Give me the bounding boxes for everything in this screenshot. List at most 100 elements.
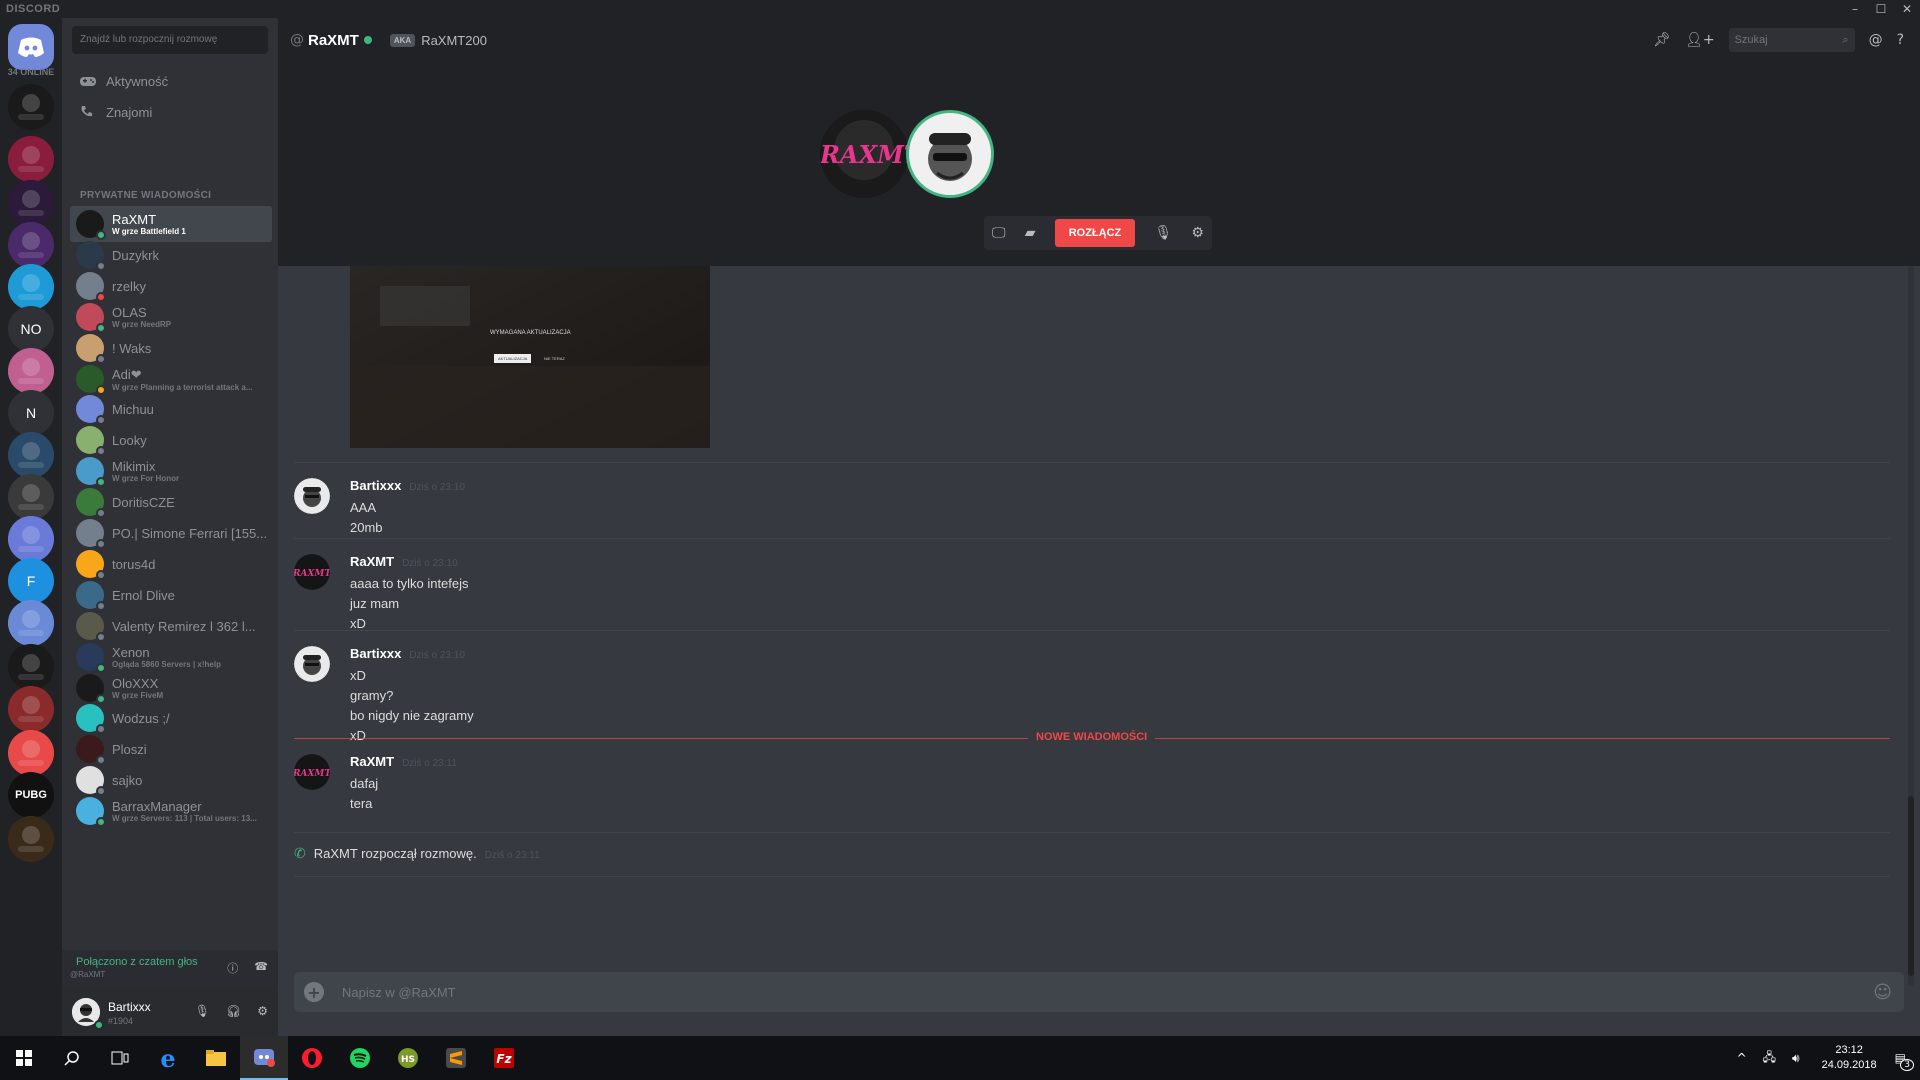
dm-username: torus4d [112, 556, 156, 572]
clock-date: 24.09.2018 [1821, 1059, 1877, 1071]
message-divider [294, 876, 1890, 877]
dm-username: Ernol Dlive [112, 587, 175, 603]
server-icon-11[interactable] [8, 516, 54, 562]
status-indicator [96, 817, 106, 827]
pin-icon[interactable]: 📌︎ [1653, 32, 1671, 48]
notifications-icon[interactable]: ▤ 3 [1895, 1051, 1914, 1071]
dm-username: OLAS [112, 305, 147, 320]
help-icon[interactable]: ? [1897, 32, 1904, 48]
filezilla-icon[interactable]: Fz [480, 1036, 528, 1080]
microphone-icon[interactable]: 🎙︎ [195, 1004, 210, 1018]
server-icon-6[interactable]: NO [8, 306, 54, 352]
gamepad-icon [70, 74, 106, 88]
settings-gear-icon[interactable]: ⚙ [257, 1004, 268, 1018]
dm-username: Mikimix [112, 459, 156, 474]
dm-activity: W grze For Honor [112, 474, 180, 483]
settings-gear-icon[interactable]: ⚙ [1191, 225, 1204, 241]
chat-title: RaXMT [308, 31, 359, 49]
nav-friends[interactable]: Znajomi [70, 94, 270, 130]
opera-icon[interactable] [288, 1036, 336, 1080]
add-friend-icon[interactable]: 👤︎+ [1685, 32, 1715, 48]
dm-search-input[interactable]: Znajdź lub rozpocznij rozmowę [72, 26, 268, 54]
hearthstone-icon[interactable]: HS [384, 1036, 432, 1080]
search-input[interactable]: Szukaj ⌕ [1728, 28, 1855, 52]
message-list: WYMAGANA AKTUALIZACJA AKTUALIZACJA NIE T… [278, 266, 1920, 986]
server-icon-5[interactable] [8, 264, 54, 310]
system-tray: ^ 🖧︎ 🔊︎ 23:12 24.09.2018 ▤ 3 [1729, 1036, 1920, 1080]
clock[interactable]: 23:12 24.09.2018 [1822, 1043, 1877, 1073]
message-text: AAA [350, 500, 377, 515]
discord-taskbar-icon[interactable] [240, 1036, 288, 1080]
mentions-icon[interactable]: @ [1869, 32, 1883, 48]
disconnect-button[interactable]: ROZŁĄCZ [1054, 219, 1136, 247]
close-button[interactable]: ✕ [1894, 0, 1920, 18]
call-area: RAXMT 🖵︎ ▰ ROZŁĄCZ 🎙︎ ⚙ [278, 62, 1920, 266]
avatar [76, 241, 106, 271]
scrollbar[interactable] [1908, 266, 1914, 986]
voice-status-channel[interactable]: @RaXMT [70, 970, 105, 979]
message-author[interactable]: RaXMT [350, 554, 394, 569]
screen-share-icon[interactable]: 🖵︎ [992, 225, 1006, 241]
embed-update-button: AKTUALIZACJA [494, 354, 532, 363]
server-icon-18[interactable] [8, 816, 54, 862]
message-author[interactable]: Bartixxx [350, 478, 401, 493]
edge-browser-icon[interactable]: e [144, 1036, 192, 1080]
server-icon-13[interactable] [8, 600, 54, 646]
server-icon-14[interactable] [8, 644, 54, 690]
scrollbar-thumb[interactable] [1908, 796, 1914, 976]
microphone-icon[interactable]: 🎙︎ [1154, 225, 1172, 241]
network-icon[interactable]: 🖧︎ [1763, 1048, 1776, 1069]
phone-icon: ✆ [294, 846, 306, 862]
task-view-icon[interactable] [96, 1036, 144, 1080]
server-icon-2[interactable] [8, 136, 54, 182]
avatar[interactable]: RAXMT [294, 554, 330, 590]
info-icon[interactable]: ⓘ [227, 960, 238, 976]
spotify-icon[interactable] [336, 1036, 384, 1080]
image-attachment[interactable]: WYMAGANA AKTUALIZACJA AKTUALIZACJA NIE T… [350, 266, 710, 448]
sublime-text-icon[interactable] [432, 1036, 480, 1080]
minimize-button[interactable]: – [1842, 0, 1868, 18]
server-icon-8[interactable]: N [8, 390, 54, 436]
avatar [76, 766, 106, 796]
home-discord-button[interactable] [8, 24, 54, 70]
message-author[interactable]: RaXMT [350, 754, 394, 769]
server-icon-12[interactable]: F [8, 558, 54, 604]
message-text: xD [350, 728, 366, 743]
dm-activity: W grze NeedRP [112, 320, 172, 329]
disconnect-call-icon[interactable]: ☎ [254, 960, 268, 976]
server-icon-10[interactable] [8, 474, 54, 520]
avatar[interactable] [294, 478, 330, 514]
server-icon-15[interactable] [8, 686, 54, 732]
headphones-icon[interactable]: 🎧︎ [226, 1004, 241, 1018]
server-icon-17[interactable]: PUBG [8, 772, 54, 818]
video-camera-icon[interactable]: ▰ [1025, 225, 1036, 241]
server-icon-3[interactable] [8, 180, 54, 226]
avatar [76, 550, 106, 580]
window-controls: – ☐ ✕ [1842, 0, 1920, 18]
message-input[interactable] [342, 984, 1874, 1000]
server-icon-7[interactable] [8, 348, 54, 394]
message-author[interactable]: Bartixxx [350, 646, 401, 661]
message-text: aaaa to tylko intefejs [350, 576, 469, 591]
dm-item[interactable]: BarraxManager W grze Servers: 113 | Total… [70, 793, 272, 829]
call-participant-raxmt[interactable]: RAXMT [820, 110, 908, 198]
server-icon-16[interactable] [8, 730, 54, 776]
chevron-up-icon[interactable]: ^ [1737, 1051, 1747, 1065]
volume-icon[interactable]: 🔊︎ [1792, 1051, 1800, 1066]
call-started-log: ✆ RaXMT rozpoczął rozmowę. Dziś o 23:11 [294, 846, 540, 862]
call-participant-bartixxx[interactable] [906, 110, 994, 198]
emoji-picker-icon[interactable]: ☺ [1873, 982, 1892, 1003]
server-icon-4[interactable] [8, 222, 54, 268]
server-icon-9[interactable] [8, 432, 54, 478]
avatar[interactable] [294, 646, 330, 682]
start-windows-icon[interactable] [0, 1036, 48, 1080]
avatar [76, 395, 106, 425]
upload-plus-icon[interactable]: + [304, 982, 324, 1002]
maximize-button[interactable]: ☐ [1868, 0, 1894, 18]
search-icon[interactable] [48, 1036, 96, 1080]
server-icon-1[interactable] [8, 84, 54, 130]
chat-main: @ RaXMT AKA RaXMT200 📌︎ 👤︎+ Szukaj ⌕ @ ?… [278, 18, 1920, 1036]
message-divider [294, 832, 1890, 833]
file-explorer-icon[interactable] [192, 1036, 240, 1080]
avatar[interactable]: RAXMT [294, 754, 330, 790]
